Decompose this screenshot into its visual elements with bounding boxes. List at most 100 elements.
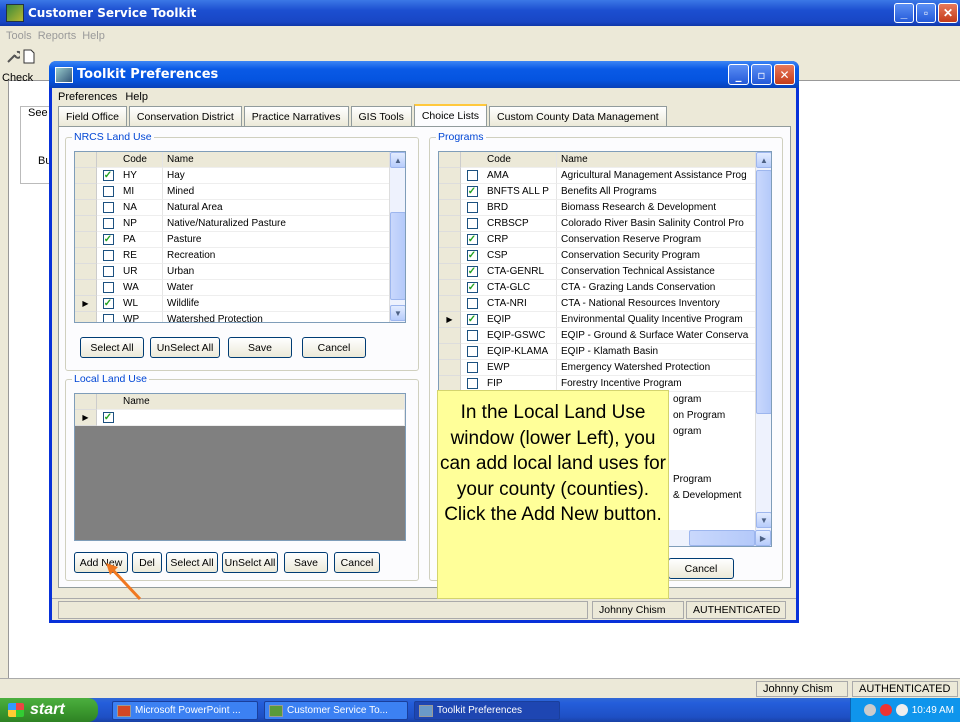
start-button[interactable]: start <box>0 698 98 722</box>
nrcs-row-checkbox[interactable] <box>102 202 114 213</box>
programs-row[interactable]: ✓ CTA-GLC CTA - Grazing Lands Conservation <box>439 280 757 296</box>
nrcs-row[interactable]: WP Watershed Protection <box>75 312 391 322</box>
nrcs-row-name[interactable]: Native/Naturalized Pasture <box>163 216 391 232</box>
programs-vscrollbar[interactable]: ▲ ▼ <box>755 152 771 530</box>
nrcs-land-use-grid[interactable]: Code Name ✓ HY Hay MI Mined NA Natural Area NP N… <box>74 151 406 323</box>
scroll-up-icon[interactable]: ▲ <box>390 152 405 168</box>
scroll-down-icon[interactable]: ▼ <box>390 305 405 321</box>
menu-preferences[interactable]: Preferences <box>58 91 117 103</box>
nrcs-select-all-button[interactable]: Select All <box>80 337 144 358</box>
nrcs-col-name[interactable]: Name <box>163 152 391 168</box>
programs-row-code[interactable]: CTA-GLC <box>483 280 557 296</box>
programs-row-code[interactable]: CTA-GENRL <box>483 264 557 280</box>
programs-row-code[interactable]: AMA <box>483 168 557 184</box>
task-toolkit-preferences[interactable]: Toolkit Preferences <box>414 701 560 720</box>
programs-row[interactable]: ✓ BNFTS ALL P Benefits All Programs <box>439 184 757 200</box>
row-selector[interactable] <box>75 200 97 216</box>
nrcs-row-name[interactable]: Mined <box>163 184 391 200</box>
dialog-minimize-button[interactable]: _ <box>728 64 749 85</box>
dialog-close-button[interactable]: ✕ <box>774 64 795 85</box>
maximize-button[interactable]: ▫ <box>916 3 936 23</box>
programs-row-name[interactable]: Agricultural Management Assistance Prog <box>557 168 757 184</box>
programs-row[interactable]: EWP Emergency Watershed Protection <box>439 360 757 376</box>
programs-row[interactable]: ▶ ✓ EQIP Environmental Quality Incentive Pr… <box>439 312 757 328</box>
nrcs-row-code[interactable]: HY <box>119 168 163 184</box>
programs-row-name[interactable]: Colorado River Basin Salinity Control Pr… <box>557 216 757 232</box>
programs-col-code[interactable]: Code <box>483 152 557 168</box>
nrcs-row-checkbox[interactable]: ✓ <box>102 170 114 181</box>
nrcs-row-code[interactable]: RE <box>119 248 163 264</box>
nrcs-row[interactable]: NP Native/Naturalized Pasture <box>75 216 391 232</box>
nrcs-row[interactable]: RE Recreation <box>75 248 391 264</box>
local-new-row[interactable]: ▶ ✓ <box>75 410 405 426</box>
nrcs-row-code[interactable]: WL <box>119 296 163 312</box>
row-selector[interactable] <box>439 280 461 296</box>
row-selector[interactable]: ▶ <box>75 296 97 312</box>
programs-row-name[interactable]: Emergency Watershed Protection <box>557 360 757 376</box>
dialog-maximize-button[interactable]: ▫ <box>751 64 772 85</box>
task-customer-service[interactable]: Customer Service To... <box>264 701 408 720</box>
row-selector[interactable] <box>439 328 461 344</box>
local-save-button[interactable]: Save <box>284 552 328 573</box>
row-selector[interactable] <box>75 312 97 322</box>
programs-row-code[interactable]: EQIP-KLAMA <box>483 344 557 360</box>
programs-row-checkbox[interactable]: ✓ <box>466 266 478 277</box>
nrcs-row-name[interactable]: Wildlife <box>163 296 391 312</box>
programs-row-checkbox[interactable] <box>466 218 478 229</box>
row-selector[interactable] <box>75 184 97 200</box>
programs-row-code[interactable]: EQIP-GSWC <box>483 328 557 344</box>
programs-scroll-up-icon[interactable]: ▲ <box>756 152 771 168</box>
programs-row-code[interactable]: CRP <box>483 232 557 248</box>
programs-row-code[interactable]: BRD <box>483 200 557 216</box>
programs-scroll-thumb[interactable] <box>756 170 771 414</box>
nrcs-row-checkbox[interactable] <box>102 250 114 261</box>
local-select-all-button[interactable]: Select All <box>166 552 218 573</box>
document-icon[interactable] <box>22 49 36 64</box>
row-selector[interactable] <box>75 232 97 248</box>
wrench-icon[interactable] <box>6 49 20 64</box>
menu-reports[interactable]: Reports <box>38 30 77 42</box>
nrcs-row-checkbox[interactable] <box>102 266 114 277</box>
nrcs-row[interactable]: WA Water <box>75 280 391 296</box>
nrcs-row-name[interactable]: Watershed Protection <box>163 312 391 322</box>
nrcs-row-name[interactable]: Water <box>163 280 391 296</box>
nrcs-row-code[interactable]: UR <box>119 264 163 280</box>
programs-row-name[interactable]: EQIP - Ground & Surface Water Conserva <box>557 328 757 344</box>
programs-hscroll-thumb[interactable] <box>689 530 755 546</box>
nrcs-row-name[interactable]: Natural Area <box>163 200 391 216</box>
row-selector[interactable] <box>439 344 461 360</box>
programs-row-checkbox[interactable]: ✓ <box>466 282 478 293</box>
programs-row-checkbox[interactable]: ✓ <box>466 250 478 261</box>
nrcs-scrollbar[interactable]: ▲ ▼ <box>389 152 405 322</box>
nrcs-row[interactable]: UR Urban <box>75 264 391 280</box>
nrcs-row-name[interactable]: Recreation <box>163 248 391 264</box>
row-selector[interactable] <box>439 168 461 184</box>
row-selector[interactable] <box>75 264 97 280</box>
programs-row[interactable]: AMA Agricultural Management Assistance Pr… <box>439 168 757 184</box>
row-selector[interactable] <box>439 184 461 200</box>
scroll-thumb[interactable] <box>390 212 405 300</box>
programs-row-name[interactable]: CTA - National Resources Inventory <box>557 296 757 312</box>
close-button[interactable]: ✕ <box>938 3 958 23</box>
programs-row-name-fragment[interactable]: ogram <box>673 392 701 408</box>
nrcs-row-code[interactable]: PA <box>119 232 163 248</box>
nrcs-row[interactable]: NA Natural Area <box>75 200 391 216</box>
nrcs-row-checkbox[interactable]: ✓ <box>102 298 114 309</box>
nrcs-row[interactable]: ✓ PA Pasture <box>75 232 391 248</box>
nrcs-save-button[interactable]: Save <box>228 337 292 358</box>
nrcs-row-code[interactable]: NP <box>119 216 163 232</box>
nrcs-row-name[interactable]: Urban <box>163 264 391 280</box>
programs-row-code[interactable]: CRBSCP <box>483 216 557 232</box>
nrcs-cancel-button[interactable]: Cancel <box>302 337 366 358</box>
programs-row[interactable]: CRBSCP Colorado River Basin Salinity Cont… <box>439 216 757 232</box>
programs-row-name-fragment[interactable]: & Development <box>673 488 741 504</box>
row-selector[interactable] <box>439 296 461 312</box>
programs-row[interactable]: BRD Biomass Research & Development <box>439 200 757 216</box>
nrcs-row-name[interactable]: Hay <box>163 168 391 184</box>
programs-row-name[interactable]: Environmental Quality Incentive Program <box>557 312 757 328</box>
local-cancel-button[interactable]: Cancel <box>334 552 380 573</box>
nrcs-row[interactable]: ✓ HY Hay <box>75 168 391 184</box>
programs-row-code[interactable]: BNFTS ALL P <box>483 184 557 200</box>
programs-row-checkbox[interactable] <box>466 362 478 373</box>
nrcs-unselect-all-button[interactable]: UnSelect All <box>150 337 220 358</box>
